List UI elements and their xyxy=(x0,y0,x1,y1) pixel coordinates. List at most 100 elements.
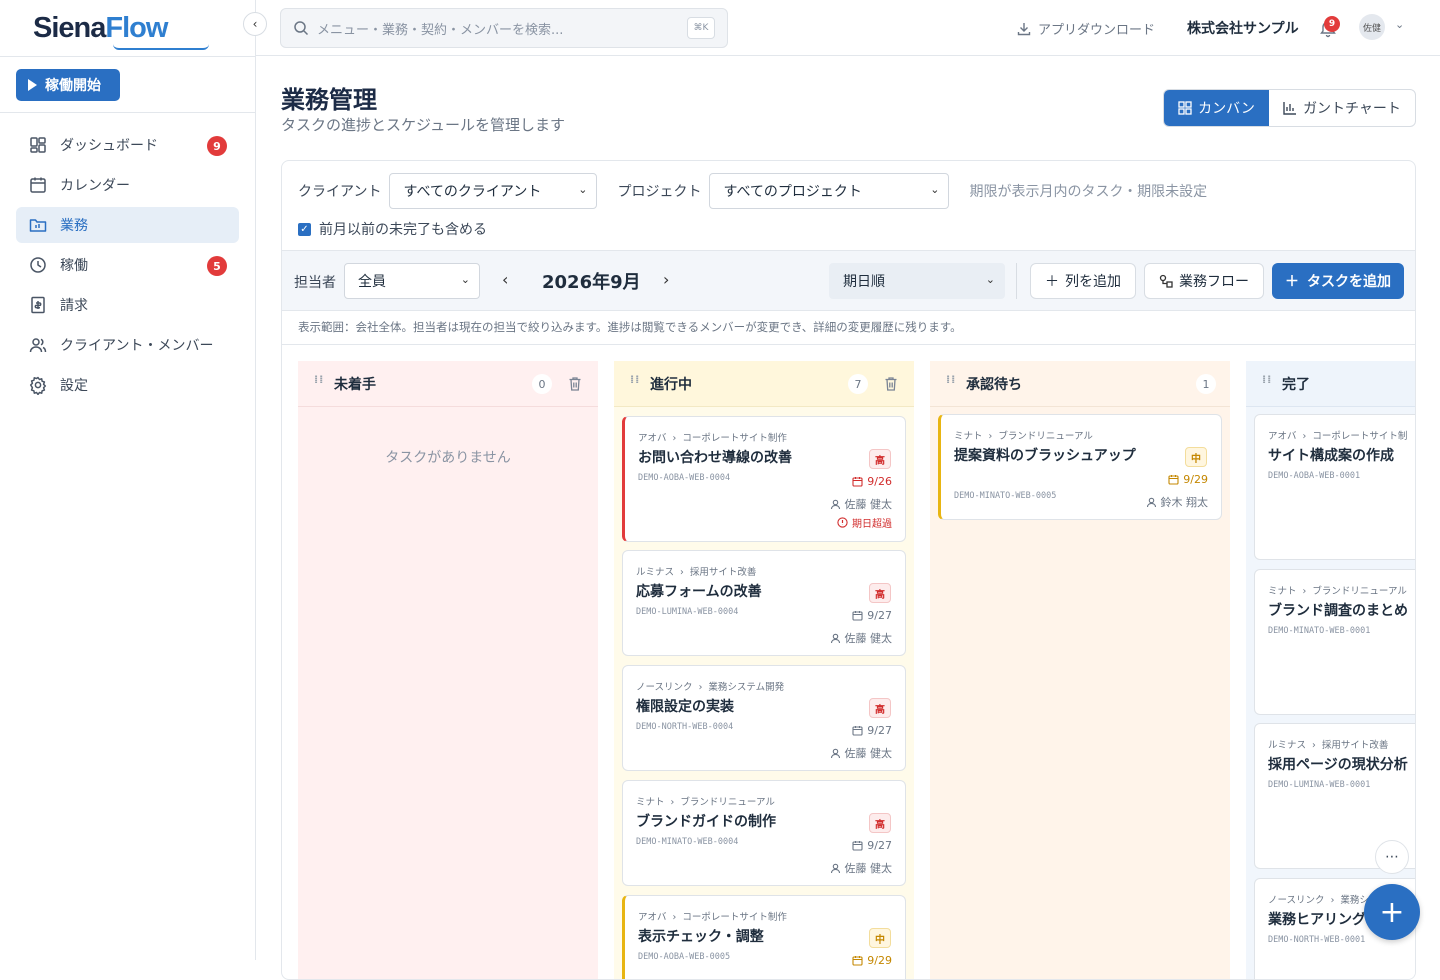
card-due-date: 9/27 xyxy=(852,839,892,852)
column-title: 完了 xyxy=(1282,376,1310,393)
sidebar-item-6[interactable]: クライアント・メンバー xyxy=(16,327,239,363)
workflow-button[interactable]: 業務フロー xyxy=(1144,263,1264,299)
drag-handle-icon[interactable]: ⁞⁞ xyxy=(946,374,955,391)
client-select[interactable]: すべてのクライアント ⌄ xyxy=(389,173,598,209)
dashboard-icon xyxy=(30,137,46,153)
drag-handle-icon[interactable]: ⁞⁞ xyxy=(314,374,323,391)
assignee-label: 担当者 xyxy=(294,275,336,291)
task-card[interactable]: ルミナス › 採用サイト改善 応募フォームの改善 DEMO-LUMINA-WEB… xyxy=(622,550,906,656)
priority-badge: 高 xyxy=(869,813,891,833)
alert-icon xyxy=(837,517,848,528)
card-project: コーポレートサイト制作 xyxy=(682,912,787,923)
sort-select[interactable]: 期日順 ⌄ xyxy=(829,263,1005,299)
board-panel: クライアント すべてのクライアント ⌄ プロジェクト すべてのプロジェクト ⌄ … xyxy=(281,160,1416,980)
sidebar-item-4[interactable]: 稼働 5 xyxy=(16,247,239,283)
card-assignee: 佐藤 健太 xyxy=(830,860,893,876)
task-card[interactable]: アオバ › コーポレートサイト制作 表示チェック・調整 DEMO-AOBA-WE… xyxy=(622,895,906,979)
page-subtitle: タスクの進捗とスケジュールを管理します xyxy=(281,116,565,134)
task-card[interactable]: ノースリンク › 業務システム開発 権限設定の実装 DEMO-NORTH-WEB… xyxy=(622,665,906,771)
column-header[interactable]: ⁞⁞ 承認待ち xyxy=(930,361,1230,407)
column-header[interactable]: ⁞⁞ 完了 xyxy=(1246,361,1415,407)
add-task-button[interactable]: ＋ タスクを追加 xyxy=(1272,263,1404,299)
sidebar-item-7[interactable]: 設定 xyxy=(16,367,239,403)
drag-handle-icon[interactable]: ⁞⁞ xyxy=(630,374,639,391)
column-header[interactable]: ⁞⁞ 未着手 xyxy=(298,361,598,407)
card-due-text: 9/29 xyxy=(1183,473,1208,486)
chevron-down-icon: ⌄ xyxy=(460,273,470,286)
project-select-value: すべてのプロジェクト xyxy=(723,184,862,200)
sidebar-item-1[interactable]: ダッシュボード 9 xyxy=(16,127,239,163)
card-id: DEMO-LUMINA-WEB-0004 xyxy=(636,607,739,617)
card-assignee-name: 佐藤 健太 xyxy=(844,862,893,875)
assignee-select[interactable]: 全員 ⌄ xyxy=(344,263,480,299)
search-input[interactable]: メニュー・業務・契約・メンバーを検索... ⌘K xyxy=(280,8,728,48)
sidebar-item-label: カレンダー xyxy=(60,178,130,194)
chevron-down-icon[interactable]: ⌄ xyxy=(1395,18,1404,31)
card-assignee-name: 佐藤 健太 xyxy=(844,632,893,645)
drag-handle-icon[interactable]: ⁞⁞ xyxy=(1262,374,1271,391)
priority-badge: 高 xyxy=(869,449,891,469)
sidebar-item-5[interactable]: 請求 xyxy=(16,287,239,323)
client-select-value: すべてのクライアント xyxy=(403,184,542,200)
priority-badge: 中 xyxy=(1185,447,1207,467)
include-previous-checkbox[interactable]: ✓ 前月以前の未完了も含める xyxy=(298,219,487,239)
siena-flow-logo[interactable]: SienaFlow xyxy=(33,12,209,50)
task-card[interactable]: ミナト › ブランドリニューアル 提案資料のブラッシュアップ DEMO-MINA… xyxy=(938,414,1222,520)
clock-icon xyxy=(30,257,46,273)
sidebar-nav: ダッシュボード 9 カレンダー業務稼働 5 請求クライアント・メンバー設定 xyxy=(16,127,239,407)
task-card[interactable]: アオバ › コーポレートサイト制作 お問い合わせ導線の改善 DEMO-AOBA-… xyxy=(622,416,906,542)
tab-kanban[interactable]: カンバン xyxy=(1164,90,1269,126)
start-work-button[interactable]: 稼働開始 xyxy=(16,69,120,101)
floating-add-button[interactable]: + xyxy=(1364,884,1420,940)
collapse-sidebar-button[interactable]: ‹ xyxy=(243,12,267,36)
card-breadcrumb: ルミナス › 採用サイト改善 xyxy=(636,567,757,578)
column-header[interactable]: ⁞⁞ 進行中 xyxy=(614,361,914,407)
card-project: ブランドリニューアル xyxy=(1312,586,1407,597)
sidebar-item-label: 請求 xyxy=(60,298,88,314)
avatar[interactable]: 佐健 xyxy=(1359,14,1385,40)
calendar-icon xyxy=(30,177,46,193)
task-card[interactable]: ミナト › ブランドリニューアル ブランドガイドの制作 DEMO-MINATO-… xyxy=(622,780,906,886)
topbar: メニュー・業務・契約・メンバーを検索... ⌘K アプリダウンロード 株式会社サ… xyxy=(256,0,1440,56)
user-icon xyxy=(830,633,840,643)
company-switcher[interactable]: 株式会社サンプル xyxy=(1187,18,1299,38)
project-select[interactable]: すべてのプロジェクト ⌄ xyxy=(709,173,950,209)
app-download-link[interactable]: アプリダウンロード xyxy=(1016,19,1155,38)
tab-kanban-label: カンバン xyxy=(1198,101,1255,117)
chevron-left-icon: ‹ xyxy=(252,17,258,31)
column-title: 承認待ち xyxy=(966,376,1022,393)
more-options-button[interactable]: ⋯ xyxy=(1375,840,1409,874)
nav-count-badge: 9 xyxy=(207,136,227,156)
tab-gantt[interactable]: ガントチャート xyxy=(1269,90,1415,126)
trash-icon[interactable] xyxy=(884,376,898,392)
trash-icon[interactable] xyxy=(568,376,582,392)
calendar-icon xyxy=(852,726,863,736)
card-id: DEMO-MINATO-WEB-0001 xyxy=(1268,626,1371,636)
add-column-button[interactable]: ＋ 列を追加 xyxy=(1030,263,1136,299)
card-assignee: 鈴木 翔太 xyxy=(1146,494,1208,510)
next-month-button[interactable]: › xyxy=(663,270,669,289)
toolbar-divider xyxy=(1016,263,1017,299)
card-title: サイト構成案の作成 xyxy=(1268,448,1394,464)
tab-gantt-label: ガントチャート xyxy=(1303,101,1401,117)
card-title: 採用ページの現状分析 xyxy=(1268,757,1408,773)
scope-note: 表示範囲：会社全体。担当者は現在の担当で絞り込みます。進捗は閲覧できるメンバーが… xyxy=(298,320,962,334)
card-breadcrumb: ルミナス › 採用サイト改善 xyxy=(1268,740,1389,751)
task-card[interactable]: アオバ › コーポレートサイト制 サイト構成案の作成 DEMO-AOBA-WEB… xyxy=(1254,414,1415,560)
filter-row: クライアント すべてのクライアント ⌄ プロジェクト すべてのプロジェクト ⌄ … xyxy=(298,173,1207,209)
sidebar-item-2[interactable]: カレンダー xyxy=(16,167,239,203)
sidebar-item-3[interactable]: 業務 xyxy=(16,207,239,243)
page-title: 業務管理 xyxy=(281,86,377,114)
sidebar-item-label: クライアント・メンバー xyxy=(60,338,214,354)
card-breadcrumb: アオバ › コーポレートサイト制 xyxy=(1268,431,1408,442)
card-assignee-name: 佐藤 健太 xyxy=(844,498,893,511)
include-previous-label: 前月以前の未完了も含める xyxy=(319,222,487,238)
logo-text-flow: Flow xyxy=(105,12,168,44)
prev-month-button[interactable]: ‹ xyxy=(502,270,508,289)
task-card[interactable]: ミナト › ブランドリニューアル ブランド調査のまとめ DEMO-MINATO-… xyxy=(1254,569,1415,715)
user-icon xyxy=(830,748,840,758)
sidebar-item-label: 業務 xyxy=(60,218,88,234)
logo-swoosh xyxy=(113,44,209,50)
chevron-down-icon: ⌄ xyxy=(578,183,588,196)
sidebar: SienaFlow 稼働開始 ダッシュボード 9 カレンダー業務稼働 5 請求クライアン… xyxy=(0,0,256,960)
